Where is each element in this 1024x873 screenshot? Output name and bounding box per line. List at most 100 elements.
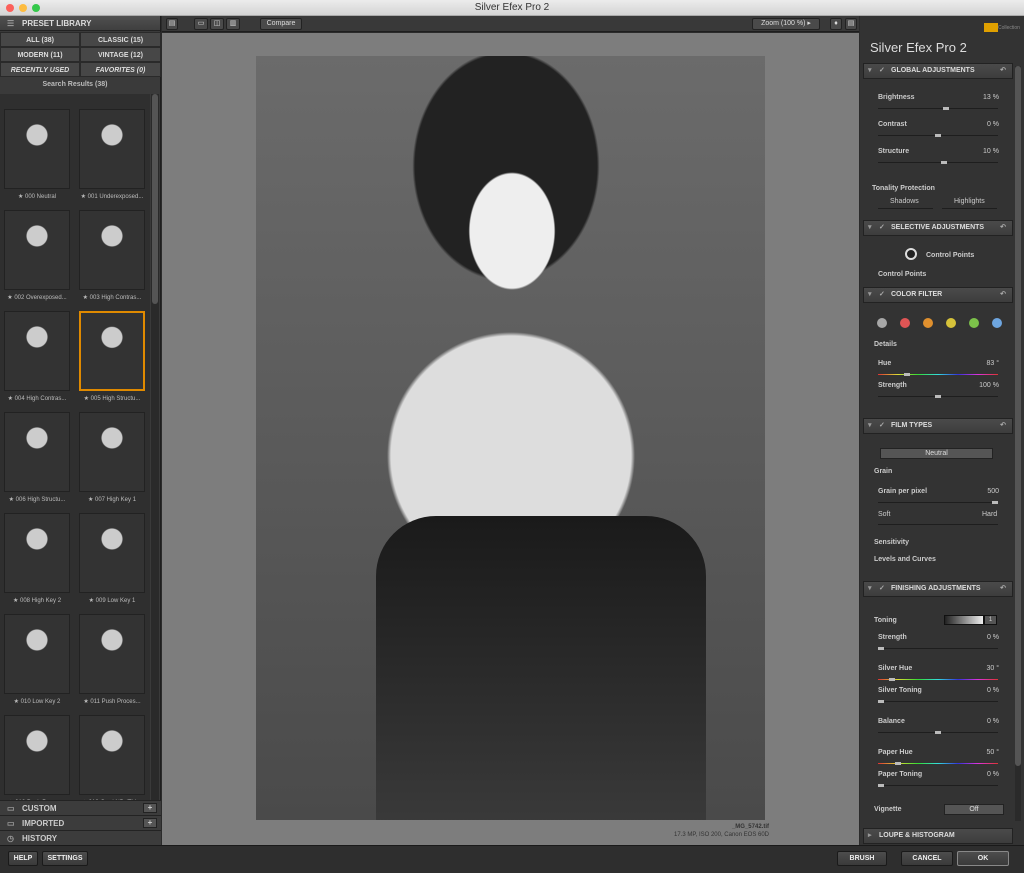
category-modern[interactable]: MODERN (11) xyxy=(0,47,80,62)
sensitivity-label[interactable]: Sensitivity xyxy=(874,539,909,546)
grain-per-pixel-slider[interactable] xyxy=(878,501,998,504)
brush-button[interactable]: BRUSH xyxy=(837,851,887,866)
toning-strength-slider-handle[interactable] xyxy=(878,647,884,650)
preset-thumbnail[interactable] xyxy=(4,210,70,290)
reset-icon[interactable]: ↶ xyxy=(1000,288,1006,302)
paper-toning-slider[interactable] xyxy=(878,784,998,787)
color-filter-swatch[interactable] xyxy=(923,318,933,328)
expand-arrow-icon[interactable]: ▾ xyxy=(868,419,872,433)
split-view-icon[interactable]: ◫ xyxy=(210,18,224,30)
brightness-slider[interactable] xyxy=(878,107,998,110)
close-window-button[interactable] xyxy=(6,4,14,12)
preset-thumbnail[interactable] xyxy=(4,513,70,593)
softness-slider[interactable] xyxy=(878,524,998,525)
balance-slider[interactable] xyxy=(878,731,998,734)
preset-thumbnail[interactable] xyxy=(4,614,70,694)
add-imported-icon[interactable]: + xyxy=(143,818,157,828)
reset-icon[interactable]: ↶ xyxy=(1000,64,1006,78)
control-point-icon[interactable] xyxy=(905,248,917,260)
silver-toning-slider-handle[interactable] xyxy=(878,700,884,703)
history-section[interactable]: ◷ HISTORY xyxy=(0,830,161,845)
preset-scrollbar[interactable] xyxy=(151,94,159,812)
right-scrollbar-thumb[interactable] xyxy=(1015,66,1021,766)
enable-check-icon[interactable]: ✓ xyxy=(879,64,885,78)
reset-icon[interactable]: ↶ xyxy=(1000,221,1006,235)
preset-thumbnail[interactable] xyxy=(4,412,70,492)
category-favorites[interactable]: FAVORITES (0) xyxy=(80,62,161,77)
expand-arrow-icon[interactable]: ▸ xyxy=(868,829,872,843)
preset-thumbnail[interactable] xyxy=(79,109,145,189)
color-picker-icon[interactable]: ♦ xyxy=(830,18,842,30)
minimize-window-button[interactable] xyxy=(19,4,27,12)
add-custom-icon[interactable]: + xyxy=(143,803,157,813)
preset-thumbnail[interactable] xyxy=(79,614,145,694)
hue-slider[interactable] xyxy=(878,373,998,376)
expand-arrow-icon[interactable]: ▾ xyxy=(868,288,872,302)
selective-adjustments-header[interactable]: ▾ ✓ SELECTIVE ADJUSTMENTS ↶ xyxy=(863,220,1013,236)
category-recently-used[interactable]: RECENTLY USED xyxy=(0,62,80,77)
scrollbar-thumb[interactable] xyxy=(152,94,158,304)
color-filter-swatch[interactable] xyxy=(969,318,979,328)
contrast-slider-handle[interactable] xyxy=(935,134,941,137)
grain-per-pixel-slider-handle[interactable] xyxy=(992,501,998,504)
paper-hue-slider-handle[interactable] xyxy=(895,762,901,765)
category-classic[interactable]: CLASSIC (15) xyxy=(80,32,161,47)
silver-hue-slider-handle[interactable] xyxy=(889,678,895,681)
toggle-left-panel-icon[interactable]: ▤ xyxy=(166,18,178,30)
loupe-histogram-header[interactable]: ▸ LOUPE & HISTOGRAM xyxy=(863,828,1013,844)
color-filter-swatch[interactable] xyxy=(900,318,910,328)
photo-preview[interactable] xyxy=(256,56,765,820)
control-points-button[interactable]: Control Points xyxy=(926,252,974,259)
preset-thumbnail[interactable] xyxy=(79,210,145,290)
cancel-button[interactable]: CANCEL xyxy=(901,851,953,866)
levels-curves-label[interactable]: Levels and Curves xyxy=(874,556,936,563)
preset-thumbnail[interactable] xyxy=(79,513,145,593)
settings-button[interactable]: SETTINGS xyxy=(42,851,88,866)
silver-hue-slider[interactable] xyxy=(878,678,998,681)
brightness-slider-handle[interactable] xyxy=(943,107,949,110)
balance-slider-handle[interactable] xyxy=(935,731,941,734)
preset-thumbnail[interactable] xyxy=(79,715,145,795)
shadows-slider[interactable] xyxy=(878,208,933,209)
grain-label[interactable]: Grain xyxy=(874,468,892,475)
preset-thumbnail[interactable] xyxy=(4,715,70,795)
enable-check-icon[interactable]: ✓ xyxy=(879,582,885,596)
filter-strength-slider[interactable] xyxy=(878,395,998,398)
category-all[interactable]: ALL (38) xyxy=(0,32,80,47)
color-filter-swatch[interactable] xyxy=(946,318,956,328)
film-types-header[interactable]: ▾ ✓ FILM TYPES ↶ xyxy=(863,418,1013,434)
paper-toning-slider-handle[interactable] xyxy=(878,784,884,787)
custom-section[interactable]: ▭ CUSTOM + xyxy=(0,800,161,815)
structure-slider-handle[interactable] xyxy=(941,161,947,164)
control-points-label[interactable]: Control Points xyxy=(878,271,926,278)
expand-arrow-icon[interactable]: ▾ xyxy=(868,221,872,235)
preset-thumbnail[interactable] xyxy=(4,311,70,391)
compare-button[interactable]: Compare xyxy=(260,18,302,30)
toning-strength-slider[interactable] xyxy=(878,647,998,650)
reset-icon[interactable]: ↶ xyxy=(1000,419,1006,433)
color-filter-swatch[interactable] xyxy=(992,318,1002,328)
highlights-slider[interactable] xyxy=(942,208,997,209)
reset-icon[interactable]: ↶ xyxy=(1000,582,1006,596)
image-canvas[interactable]: _MG_5742.tif 17.3 MP, ISO 200, Canon EOS… xyxy=(162,33,859,845)
ok-button[interactable]: OK xyxy=(957,851,1009,866)
film-type-select[interactable]: Neutral xyxy=(880,448,993,459)
contrast-slider[interactable] xyxy=(878,134,998,137)
color-filter-swatch[interactable] xyxy=(877,318,887,328)
toning-label[interactable]: Toning xyxy=(874,617,897,624)
help-button[interactable]: HELP xyxy=(8,851,38,866)
preset-library-header[interactable]: ☰ PRESET LIBRARY xyxy=(0,16,160,31)
filter-strength-slider-handle[interactable] xyxy=(935,395,941,398)
paper-hue-slider[interactable] xyxy=(878,762,998,765)
toning-preset-number[interactable]: 1 xyxy=(984,615,997,625)
right-scrollbar[interactable] xyxy=(1015,66,1021,821)
expand-arrow-icon[interactable]: ▾ xyxy=(868,582,872,596)
zoom-select[interactable]: Zoom (100 %) ▸ xyxy=(752,18,820,30)
preset-thumbnail[interactable] xyxy=(4,109,70,189)
category-vintage[interactable]: VINTAGE (12) xyxy=(80,47,161,62)
toning-preview[interactable] xyxy=(944,615,984,625)
preset-thumbnail[interactable] xyxy=(79,311,145,391)
zoom-window-button[interactable] xyxy=(32,4,40,12)
silver-toning-slider[interactable] xyxy=(878,700,998,703)
color-filter-header[interactable]: ▾ ✓ COLOR FILTER ↶ xyxy=(863,287,1013,303)
